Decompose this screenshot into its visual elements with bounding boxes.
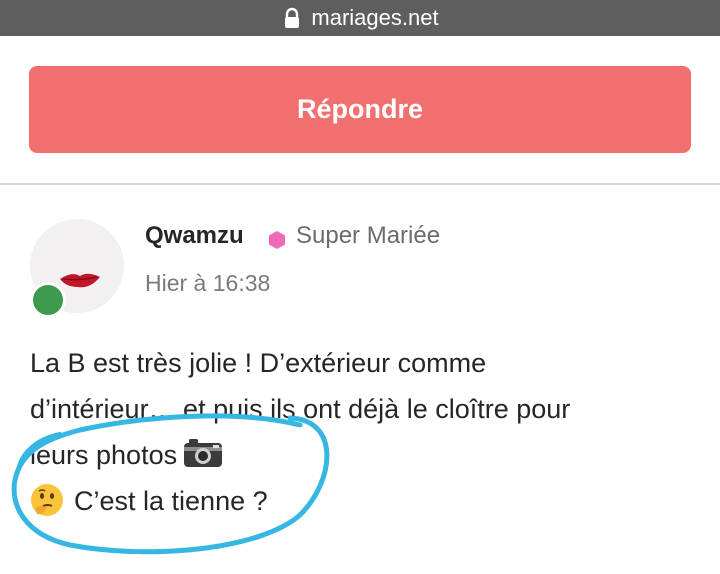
post-line-with-emoji: C’est la tienne ? bbox=[30, 478, 700, 524]
lock-icon bbox=[285, 7, 300, 28]
reply-button-label: Répondre bbox=[296, 94, 423, 124]
thinking-face-emoji bbox=[31, 484, 63, 516]
pink-hexagon-icon bbox=[269, 231, 285, 249]
online-status-dot bbox=[30, 282, 66, 318]
camera-emoji bbox=[184, 439, 223, 467]
author-name[interactable]: Qwamzu bbox=[145, 222, 244, 250]
post-timestamp: Hier à 16:38 bbox=[145, 270, 271, 296]
address-bar[interactable]: mariages.net bbox=[0, 0, 720, 36]
post-line-text: leurs photos bbox=[30, 440, 178, 470]
reply-button[interactable]: Répondre bbox=[29, 66, 691, 153]
page: mariages.net Répondre Qwamzu Super Marié… bbox=[0, 0, 720, 574]
post-line: La B est très jolie ! D’extérieur comme bbox=[30, 348, 487, 378]
post-body: La B est très jolie ! D’extérieur comme … bbox=[30, 340, 700, 524]
post-line-with-emoji: leurs photos bbox=[30, 432, 700, 478]
url-text: mariages.net bbox=[311, 5, 439, 30]
author-rank: Super Mariée bbox=[296, 222, 441, 249]
post-line: d’intérieur… et puis ils ont déjà le clo… bbox=[30, 394, 571, 424]
divider bbox=[0, 183, 720, 185]
post-line-text: C’est la tienne ? bbox=[74, 486, 268, 516]
